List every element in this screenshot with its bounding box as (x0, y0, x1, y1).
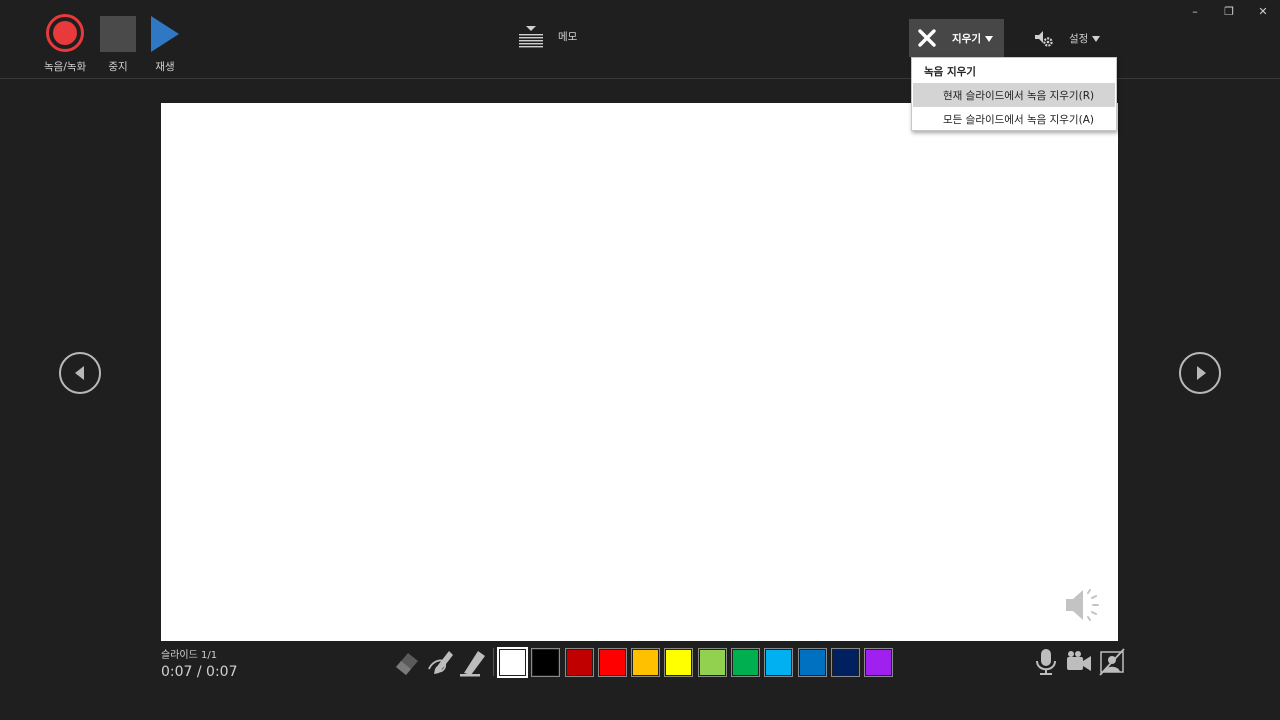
close-x-icon (918, 29, 936, 47)
color-swatch[interactable] (830, 647, 860, 677)
divider (493, 648, 494, 676)
menu-item-clear-all-slides[interactable]: 모든 슬라이드에서 녹음 지우기(A) (912, 107, 1116, 131)
settings-button[interactable]: 설정 (1033, 28, 1101, 48)
media-controls (1026, 648, 1125, 676)
camera-preview-off-icon[interactable] (1099, 648, 1125, 676)
play-icon (151, 16, 179, 52)
eraser-icon[interactable] (392, 647, 422, 677)
notes-icon (519, 26, 543, 48)
record-label: 녹음/녹화 (44, 61, 87, 73)
microphone-icon[interactable] (1033, 648, 1059, 676)
stop-label: 중지 (108, 61, 128, 73)
clear-button[interactable]: 지우기 (909, 19, 1004, 57)
color-swatch[interactable] (531, 647, 561, 677)
notes-button[interactable]: 메모 (518, 24, 577, 50)
notes-label: 메모 (558, 30, 578, 43)
recording-timer: 0:07 / 0:07 (161, 664, 238, 680)
color-swatch[interactable] (697, 647, 727, 677)
settings-gear-icon (1035, 31, 1053, 47)
play-label: 재생 (155, 61, 175, 73)
play-button[interactable]: 재생 (151, 14, 179, 74)
chevron-down-icon (1092, 35, 1101, 42)
previous-slide-button[interactable] (59, 352, 101, 394)
camera-icon[interactable] (1066, 648, 1092, 676)
color-swatch[interactable] (864, 647, 894, 677)
slide-counter: 슬라이드 1/1 (161, 650, 218, 661)
highlighter-icon[interactable] (458, 647, 488, 677)
clear-label: 지우기 (952, 31, 993, 46)
pen-icon[interactable] (425, 647, 455, 677)
color-swatch[interactable] (564, 647, 594, 677)
clear-dropdown-menu: 녹음 지우기 현재 슬라이드에서 녹음 지우기(R) 모든 슬라이드에서 녹음 … (911, 57, 1117, 131)
settings-label: 설정 (1069, 31, 1101, 46)
ink-tools (392, 646, 899, 678)
color-swatch[interactable] (597, 647, 627, 677)
color-swatch[interactable] (797, 647, 827, 677)
menu-item-clear-current-slide[interactable]: 현재 슬라이드에서 녹음 지우기(R) (913, 83, 1115, 107)
chevron-right-icon (1196, 366, 1206, 380)
speaker-icon[interactable] (1062, 585, 1104, 625)
stop-icon (100, 16, 136, 52)
chevron-left-icon (74, 366, 84, 380)
slide-canvas[interactable] (161, 103, 1118, 641)
color-swatch[interactable] (731, 647, 761, 677)
color-swatches (497, 646, 899, 678)
record-icon (46, 14, 85, 52)
color-swatch[interactable] (497, 646, 528, 678)
chevron-down-icon (984, 35, 993, 42)
menu-heading: 녹음 지우기 (924, 66, 976, 78)
color-swatch[interactable] (631, 647, 661, 677)
record-button[interactable]: 녹음/녹화 (44, 14, 86, 74)
stop-button[interactable]: 중지 (100, 14, 136, 74)
color-swatch[interactable] (664, 647, 694, 677)
color-swatch[interactable] (764, 647, 794, 677)
next-slide-button[interactable] (1179, 352, 1221, 394)
